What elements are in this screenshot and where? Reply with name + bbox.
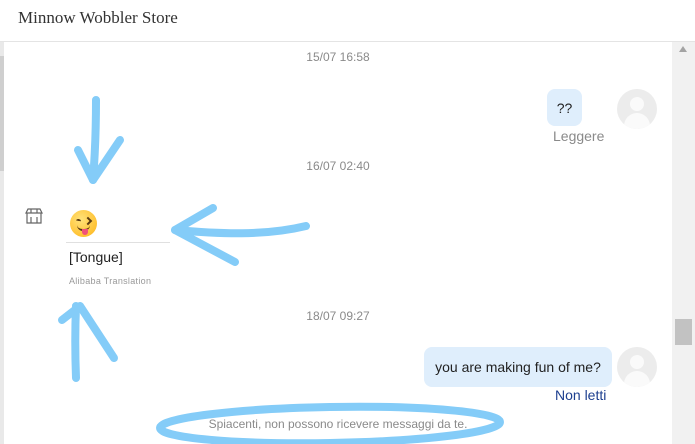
outgoing-message-bubble[interactable]: ?? — [547, 89, 582, 126]
timestamp: 18/07 09:27 — [306, 309, 370, 323]
system-notice: Spiacenti, non possono ricevere messaggi… — [208, 417, 468, 431]
read-status: Leggere — [553, 128, 605, 144]
translation-credit: Alibaba Translation — [69, 276, 152, 286]
avatar-head — [630, 97, 644, 111]
avatar-body — [624, 371, 650, 387]
tongue-out-emoji-icon — [70, 210, 97, 237]
translation-divider — [66, 242, 170, 243]
store-icon — [25, 208, 43, 224]
avatar-body — [624, 113, 650, 129]
message-list: 15/07 16:58 ?? Leggere 16/07 02:40 [Tong… — [4, 42, 672, 444]
translated-text: [Tongue] — [69, 249, 123, 265]
store-name[interactable]: Minnow Wobbler Store — [18, 8, 178, 28]
chat-header: Minnow Wobbler Store — [0, 0, 695, 42]
timestamp: 15/07 16:58 — [306, 50, 370, 64]
scroll-up-arrow-icon[interactable] — [679, 46, 687, 52]
avatar-head — [630, 355, 644, 369]
avatar — [617, 89, 657, 129]
chat-window: Minnow Wobbler Store 15/07 16:58 ?? Legg… — [0, 0, 695, 444]
outgoing-message-bubble[interactable]: you are making fun of me? — [424, 347, 612, 387]
scroll-thumb[interactable] — [675, 319, 692, 345]
unread-status: Non letti — [555, 387, 607, 403]
timestamp: 16/07 02:40 — [306, 159, 370, 173]
scrollbar[interactable] — [672, 42, 695, 444]
avatar — [617, 347, 657, 387]
